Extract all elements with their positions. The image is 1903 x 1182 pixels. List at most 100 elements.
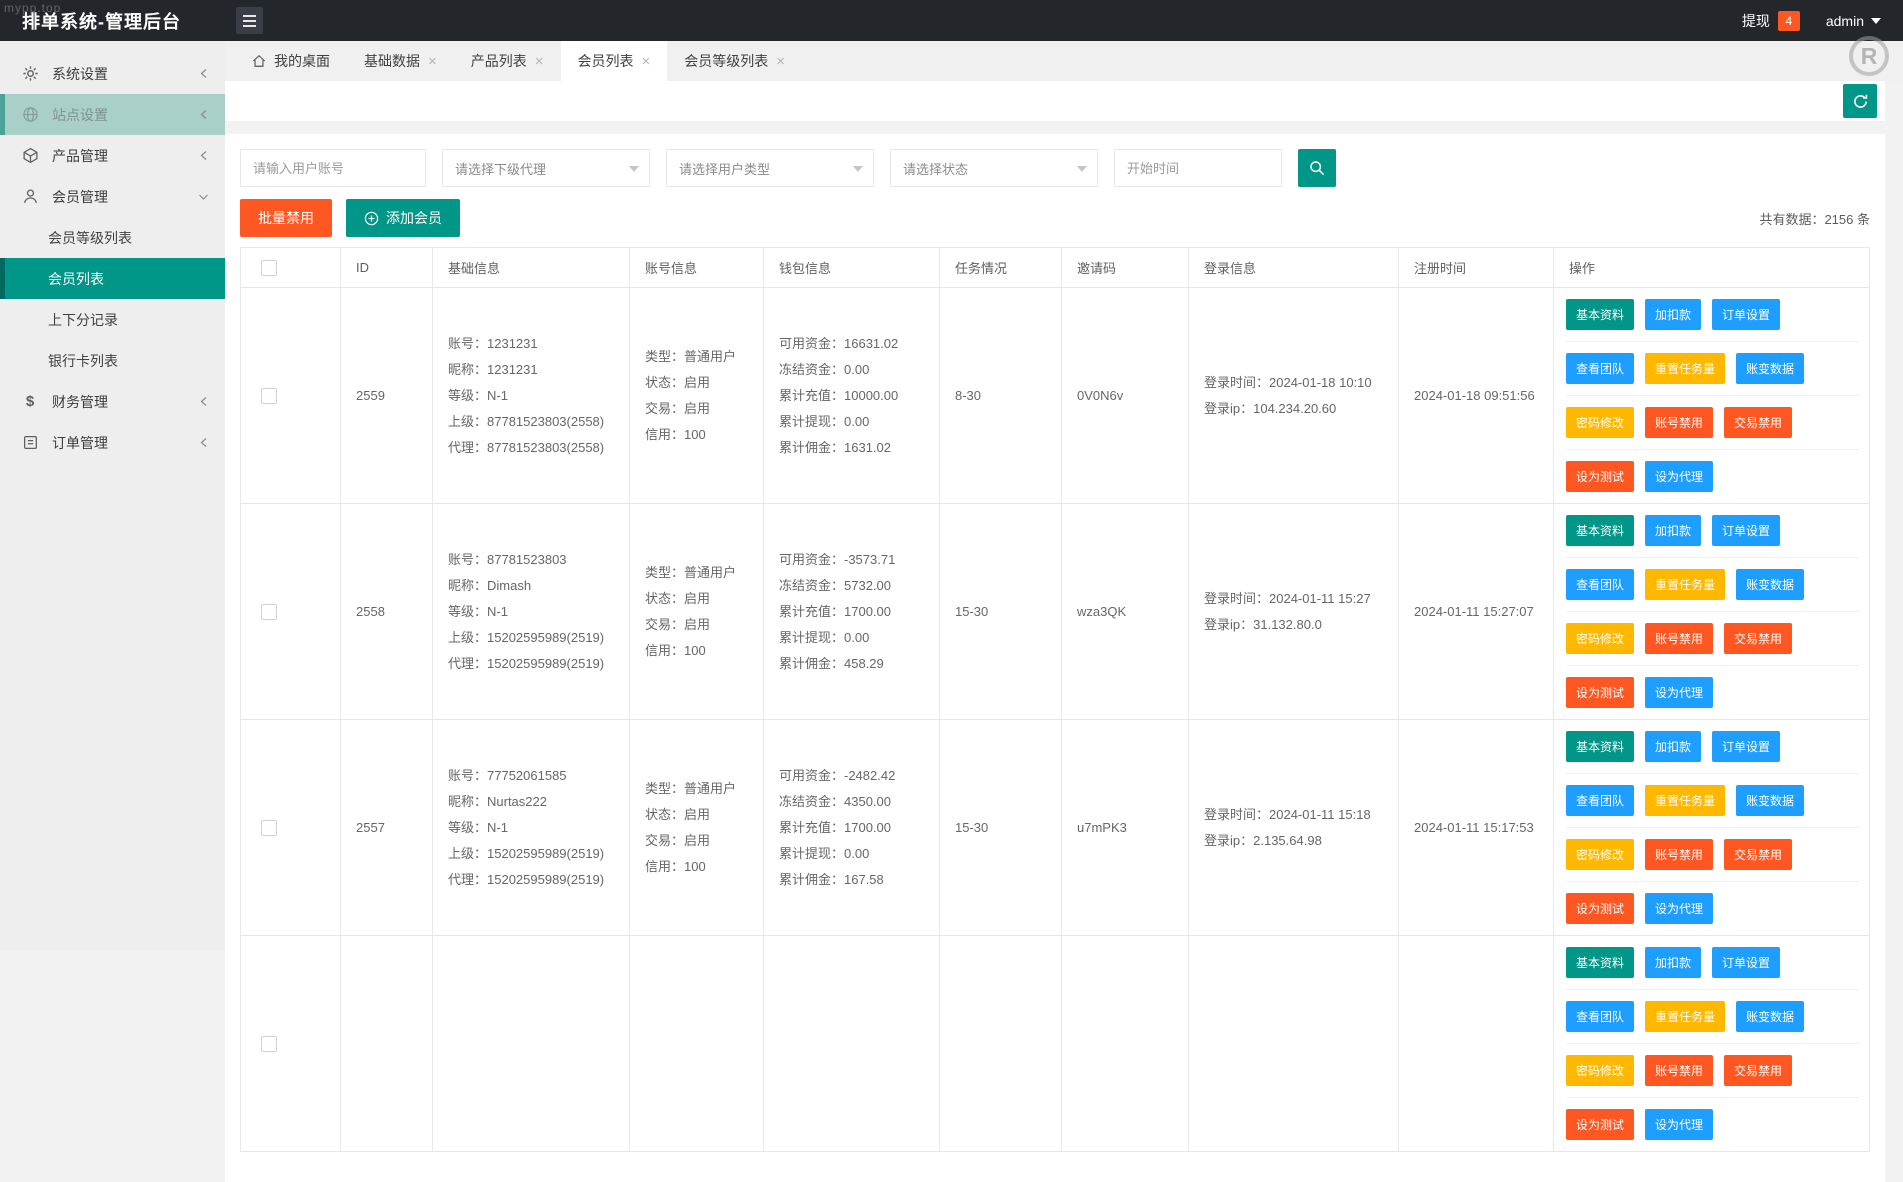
account-info-cell <box>629 935 764 1152</box>
close-icon[interactable]: × <box>428 54 437 69</box>
account-search-input[interactable] <box>240 149 426 187</box>
select-all-checkbox[interactable] <box>261 259 277 276</box>
adjust-funds-button[interactable]: 加扣款 <box>1645 947 1702 978</box>
set-test-button[interactable]: 设为测试 <box>1566 893 1635 924</box>
row-checkbox[interactable] <box>261 603 277 620</box>
disable-account-button[interactable]: 账号禁用 <box>1645 623 1714 654</box>
refresh-button[interactable] <box>1843 84 1877 118</box>
view-team-button[interactable]: 查看团队 <box>1566 353 1635 384</box>
basic-info-button[interactable]: 基本资料 <box>1566 947 1635 978</box>
set-agent-button[interactable]: 设为代理 <box>1645 893 1714 924</box>
view-team-button[interactable]: 查看团队 <box>1566 569 1635 600</box>
sidebar-item-product-management[interactable]: 产品管理 <box>0 135 225 176</box>
sidebar-item-system-settings[interactable]: 系统设置 <box>0 53 225 94</box>
set-test-button[interactable]: 设为测试 <box>1566 677 1635 708</box>
hamburger-menu-icon[interactable] <box>236 7 263 34</box>
reset-tasks-button[interactable]: 重置任务量 <box>1645 1001 1726 1032</box>
change-password-button[interactable]: 密码修改 <box>1566 839 1635 870</box>
sidebar-item-finance-management[interactable]: $ 财务管理 <box>0 381 225 422</box>
kv-line: 状态：启用 <box>645 806 711 822</box>
order-settings-button[interactable]: 订单设置 <box>1712 515 1781 546</box>
basic-info-button[interactable]: 基本资料 <box>1566 515 1635 546</box>
reset-tasks-button[interactable]: 重置任务量 <box>1645 353 1726 384</box>
view-team-button[interactable]: 查看团队 <box>1566 1001 1635 1032</box>
set-agent-button[interactable]: 设为代理 <box>1645 677 1714 708</box>
kv-line: 昵称：Dimash <box>448 577 532 593</box>
change-password-button[interactable]: 密码修改 <box>1566 407 1635 438</box>
operations-cell: 基本资料 加扣款 订单设置查看团队 重置任务量 账变数据密码修改 账号禁用 交易禁用设为测试… <box>1553 287 1870 504</box>
view-team-button[interactable]: 查看团队 <box>1566 785 1635 816</box>
sidebar-item-site-settings[interactable]: 站点设置 <box>0 94 225 135</box>
add-member-button[interactable]: 添加会员 <box>346 199 460 237</box>
chevron-left-icon <box>199 437 209 448</box>
set-agent-button[interactable]: 设为代理 <box>1645 1109 1714 1140</box>
sidebar-item-member-level-list[interactable]: 会员等级列表 <box>0 217 225 258</box>
change-password-button[interactable]: 密码修改 <box>1566 623 1635 654</box>
reset-tasks-button[interactable]: 重置任务量 <box>1645 785 1726 816</box>
kv-line: 累计佣金：167.58 <box>779 871 884 887</box>
kv-line: 登录ip：2.135.64.98 <box>1204 832 1322 848</box>
tab-product-list[interactable]: 产品列表 × <box>454 41 561 81</box>
kv-line: 冻结资金：4350.00 <box>779 793 891 809</box>
order-settings-button[interactable]: 订单设置 <box>1712 731 1781 762</box>
balance-log-button[interactable]: 账变数据 <box>1736 569 1805 600</box>
sidebar-item-member-management[interactable]: 会员管理 <box>0 176 225 217</box>
basic-info-button[interactable]: 基本资料 <box>1566 299 1635 330</box>
tab-my-desktop[interactable]: 我的桌面 <box>235 41 347 81</box>
tab-base-data[interactable]: 基础数据 × <box>347 41 454 81</box>
disable-trade-button[interactable]: 交易禁用 <box>1724 1055 1793 1086</box>
row-checkbox-cell <box>240 287 341 504</box>
column-header-account-info: 账号信息 <box>629 247 764 288</box>
tab-bar: 我的桌面 基础数据 × 产品列表 × 会员列表 × 会员等级列表 × <box>225 41 1903 81</box>
withdraw-link[interactable]: 提现 4 <box>1742 10 1800 31</box>
disable-trade-button[interactable]: 交易禁用 <box>1724 407 1793 438</box>
status-select[interactable]: 请选择状态 <box>890 149 1098 187</box>
toolbar: 批量禁用 添加会员 共有数据：2156 条 <box>240 199 1870 237</box>
order-settings-button[interactable]: 订单设置 <box>1712 947 1781 978</box>
order-settings-button[interactable]: 订单设置 <box>1712 299 1781 330</box>
close-icon[interactable]: × <box>535 54 544 69</box>
kv-line: 状态：启用 <box>645 590 711 606</box>
disable-trade-button[interactable]: 交易禁用 <box>1724 623 1793 654</box>
change-password-button[interactable]: 密码修改 <box>1566 1055 1635 1086</box>
disable-account-button[interactable]: 账号禁用 <box>1645 407 1714 438</box>
basic-info-button[interactable]: 基本资料 <box>1566 731 1635 762</box>
disable-account-button[interactable]: 账号禁用 <box>1645 1055 1714 1086</box>
sidebar-item-order-management[interactable]: 订单管理 <box>0 422 225 463</box>
kv-line: 累计提现：0.00 <box>779 413 870 429</box>
wallet-info-cell: 可用资金：-3573.71 冻结资金：5732.00 累计充值：1700.00 累计提… <box>763 503 940 720</box>
tab-member-level-list[interactable]: 会员等级列表 × <box>667 41 802 81</box>
batch-disable-button[interactable]: 批量禁用 <box>240 199 332 237</box>
user-menu[interactable]: admin <box>1826 13 1881 29</box>
set-agent-button[interactable]: 设为代理 <box>1645 461 1714 492</box>
sidebar-item-score-records[interactable]: 上下分记录 <box>0 299 225 340</box>
kv-line: 账号：87781523803 <box>448 551 567 567</box>
tab-member-list[interactable]: 会员列表 × <box>560 41 668 81</box>
row-checkbox[interactable] <box>261 1035 277 1052</box>
adjust-funds-button[interactable]: 加扣款 <box>1645 299 1702 330</box>
balance-log-button[interactable]: 账变数据 <box>1736 785 1805 816</box>
member-list-panel: 请选择下级代理 请选择用户类型 请选择状态 <box>225 134 1885 1182</box>
adjust-funds-button[interactable]: 加扣款 <box>1645 515 1702 546</box>
search-button[interactable] <box>1298 149 1336 187</box>
close-icon[interactable]: × <box>776 54 785 69</box>
set-test-button[interactable]: 设为测试 <box>1566 1109 1635 1140</box>
adjust-funds-button[interactable]: 加扣款 <box>1645 731 1702 762</box>
reset-tasks-button[interactable]: 重置任务量 <box>1645 569 1726 600</box>
start-time-input[interactable] <box>1114 149 1282 187</box>
login-info-cell: 登录时间：2024-01-11 15:27 登录ip：31.132.80.0 <box>1188 503 1399 720</box>
disable-account-button[interactable]: 账号禁用 <box>1645 839 1714 870</box>
close-icon[interactable]: × <box>642 54 651 69</box>
globe-icon <box>21 106 39 124</box>
row-checkbox[interactable] <box>261 819 277 836</box>
sidebar: 系统设置 站点设置 产品管理 会员管理 会员等级列表 会员列表 上下分记录 银行… <box>0 41 225 950</box>
agent-select[interactable]: 请选择下级代理 <box>442 149 650 187</box>
set-test-button[interactable]: 设为测试 <box>1566 461 1635 492</box>
sidebar-item-bank-card-list[interactable]: 银行卡列表 <box>0 340 225 381</box>
balance-log-button[interactable]: 账变数据 <box>1736 1001 1805 1032</box>
balance-log-button[interactable]: 账变数据 <box>1736 353 1805 384</box>
user-type-select[interactable]: 请选择用户类型 <box>666 149 874 187</box>
disable-trade-button[interactable]: 交易禁用 <box>1724 839 1793 870</box>
sidebar-item-member-list[interactable]: 会员列表 <box>0 258 225 299</box>
row-checkbox[interactable] <box>261 387 277 404</box>
